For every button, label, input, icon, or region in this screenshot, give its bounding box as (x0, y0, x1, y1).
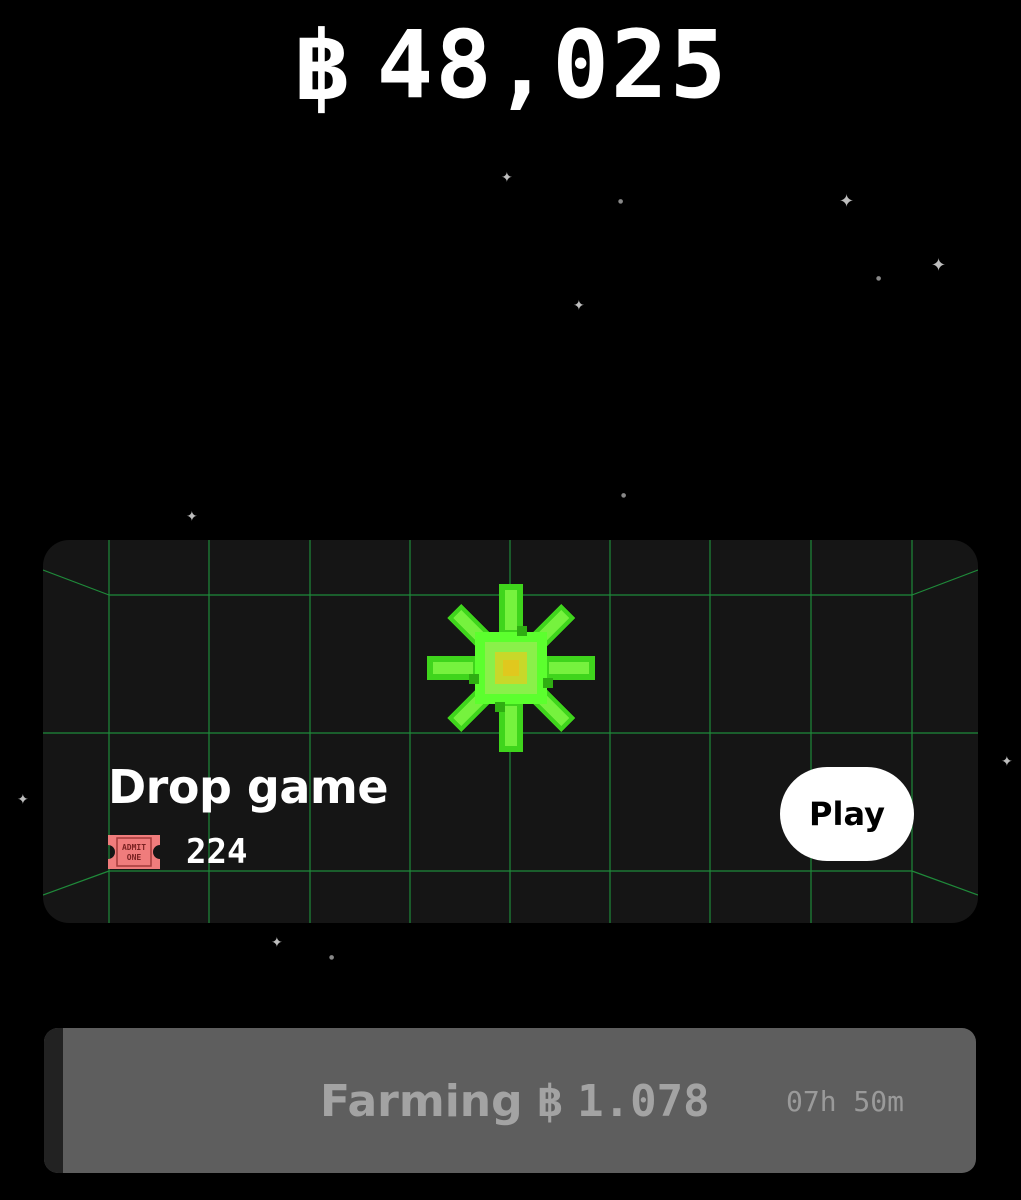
farming-button[interactable]: Farming ฿ 1.078 07h 50m (44, 1028, 976, 1173)
star-icon: ✦ (271, 935, 283, 951)
play-button[interactable]: Play (780, 767, 914, 861)
star-icon: ● (329, 954, 335, 961)
ticket-count: 224 (186, 832, 248, 872)
farming-timer: 07h 50m (786, 1085, 905, 1118)
coin-icon: ฿ (292, 10, 351, 122)
farming-label: Farming (320, 1076, 523, 1127)
drop-game-card[interactable]: Drop game ADMIT ONE 224 Play (43, 540, 978, 923)
star-icon: ✦ (186, 509, 198, 525)
ticket-row: ADMIT ONE 224 (108, 832, 247, 872)
svg-text:ADMIT: ADMIT (122, 843, 146, 852)
game-title: Drop game (108, 760, 389, 814)
svg-text:ONE: ONE (127, 853, 142, 862)
star-icon: ✦ (931, 255, 947, 276)
star-icon: ✦ (839, 191, 855, 212)
coin-icon: ฿ (536, 1076, 564, 1127)
star-icon: ● (618, 198, 624, 205)
star-icon: ✦ (1001, 754, 1013, 770)
farming-amount: 1.078 (577, 1076, 710, 1127)
balance-display: ฿ 48,025 (0, 18, 1021, 114)
balance-value: 48,025 (376, 11, 729, 120)
star-icon: ● (621, 492, 627, 499)
star-icon: ✦ (573, 298, 585, 314)
farming-progress-fill (44, 1028, 63, 1173)
pixel-flower-icon (427, 584, 595, 752)
star-icon: ● (876, 275, 882, 282)
star-icon: ✦ (17, 792, 29, 808)
admit-one-ticket-icon: ADMIT ONE (108, 835, 160, 869)
star-icon: ✦ (501, 170, 513, 186)
farming-status: Farming ฿ 1.078 (320, 1076, 710, 1127)
